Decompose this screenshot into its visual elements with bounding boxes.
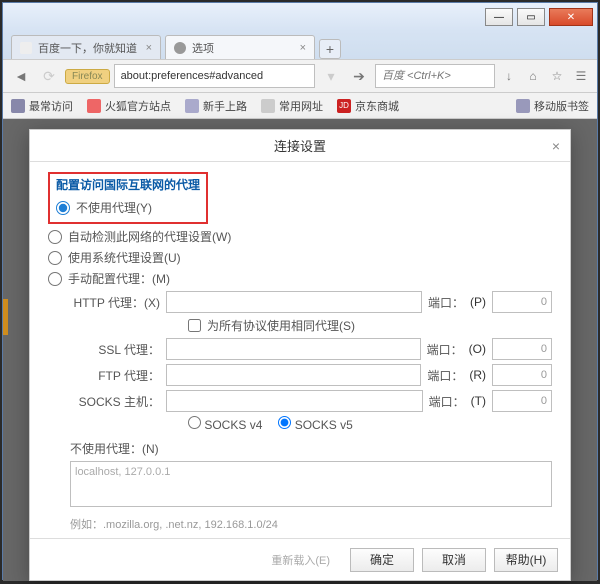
- radio-manual-proxy[interactable]: 手动配置代理：(M): [48, 270, 552, 287]
- http-port-input[interactable]: [492, 291, 552, 313]
- socks-v5-radio[interactable]: SOCKS v5: [278, 416, 352, 432]
- bookmark-star-icon[interactable]: ☆: [547, 66, 567, 86]
- ssl-proxy-input[interactable]: [166, 338, 421, 360]
- tab-baidu[interactable]: 百度一下，你就知道 ×: [11, 35, 161, 59]
- minimize-button[interactable]: —: [485, 8, 513, 26]
- dialog-header: 连接设置 ×: [30, 130, 570, 162]
- dropdown-icon[interactable]: ▾: [319, 64, 343, 88]
- tab-strip: 百度一下，你就知道 × 选项 × +: [3, 31, 597, 59]
- back-button[interactable]: ◄: [9, 64, 33, 88]
- content-area: 连接设置 × 配置访问国际互联网的代理 不使用代理(Y) 自动检测此网络的代理设…: [3, 119, 597, 581]
- radio-manual-input[interactable]: [48, 272, 62, 286]
- radio-auto-input[interactable]: [48, 230, 62, 244]
- no-proxy-label: 不使用代理：(N): [70, 440, 552, 457]
- http-proxy-label: HTTP 代理：(X): [70, 294, 160, 311]
- tab-options[interactable]: 选项 ×: [165, 35, 315, 59]
- home-icon[interactable]: ⌂: [523, 66, 543, 86]
- http-proxy-input[interactable]: [166, 291, 422, 313]
- reload-button[interactable]: ⟳: [37, 64, 61, 88]
- socks-host-input[interactable]: [166, 390, 423, 412]
- help-button[interactable]: 帮助(H): [494, 548, 558, 572]
- go-button[interactable]: ➔: [347, 64, 371, 88]
- ok-button[interactable]: 确定: [350, 548, 414, 572]
- connection-settings-dialog: 连接设置 × 配置访问国际互联网的代理 不使用代理(Y) 自动检测此网络的代理设…: [29, 129, 571, 581]
- close-icon[interactable]: ×: [146, 42, 152, 54]
- radio-system-input[interactable]: [48, 251, 62, 265]
- close-window-button[interactable]: ✕: [549, 8, 593, 26]
- firefox-badge: Firefox: [65, 69, 110, 84]
- close-icon[interactable]: ×: [300, 42, 306, 54]
- socks-port-input[interactable]: [492, 390, 552, 412]
- bookmarks-bar: 最常访问 火狐官方站点 新手上路 常用网址 JD京东商城 移动版书签: [3, 93, 597, 119]
- ftp-proxy-label: FTP 代理：: [70, 367, 160, 384]
- ftp-port-input[interactable]: [492, 364, 552, 386]
- gear-icon: [174, 42, 186, 54]
- bookmark-firefox[interactable]: 火狐官方站点: [87, 98, 171, 114]
- bookmark-jd[interactable]: JD京东商城: [337, 98, 399, 114]
- highlight-box: 配置访问国际互联网的代理 不使用代理(Y): [48, 172, 208, 224]
- same-proxy-checkbox-row[interactable]: 为所有协议使用相同代理(S): [188, 317, 552, 334]
- cancel-button[interactable]: 取消: [422, 548, 486, 572]
- reload-label: 重新载入(E): [271, 552, 330, 568]
- radio-system-proxy[interactable]: 使用系统代理设置(U): [48, 249, 552, 266]
- search-input[interactable]: [375, 64, 495, 88]
- ssl-port-input[interactable]: [492, 338, 552, 360]
- socks-host-label: SOCKS 主机：: [70, 393, 160, 410]
- dialog-footer: 重新载入(E) 确定 取消 帮助(H): [30, 538, 570, 580]
- ssl-proxy-label: SSL 代理：: [70, 341, 160, 358]
- ftp-proxy-input[interactable]: [166, 364, 421, 386]
- bookmark-mobile[interactable]: 移动版书签: [516, 98, 589, 114]
- new-tab-button[interactable]: +: [319, 39, 341, 59]
- radio-auto-detect[interactable]: 自动检测此网络的代理设置(W): [48, 228, 552, 245]
- same-proxy-checkbox[interactable]: [188, 319, 201, 332]
- bookmark-common[interactable]: 常用网址: [261, 98, 323, 114]
- menu-icon[interactable]: ☰: [571, 66, 591, 86]
- radio-no-proxy[interactable]: 不使用代理(Y): [56, 199, 200, 216]
- bookmark-most-visited[interactable]: 最常访问: [11, 98, 73, 114]
- maximize-button[interactable]: ▭: [517, 8, 545, 26]
- tab-label: 选项: [192, 40, 214, 56]
- dialog-title: 连接设置: [274, 136, 326, 155]
- radio-no-proxy-input[interactable]: [56, 201, 70, 215]
- example-text: 例如：.mozilla.org, .net.nz, 192.168.1.0/24: [70, 516, 552, 532]
- tab-label: 百度一下，你就知道: [38, 40, 137, 56]
- url-input[interactable]: [114, 64, 315, 88]
- downloads-icon[interactable]: ↓: [499, 66, 519, 86]
- port-label: 端口：: [428, 294, 464, 311]
- section-title: 配置访问国际互联网的代理: [56, 176, 200, 193]
- nav-bar: ◄ ⟳ Firefox ▾ ➔ ↓ ⌂ ☆ ☰: [3, 59, 597, 93]
- window-titlebar: — ▭ ✕: [3, 3, 597, 31]
- socks-v4-radio[interactable]: SOCKS v4: [188, 416, 262, 432]
- bookmark-newbie[interactable]: 新手上路: [185, 98, 247, 114]
- no-proxy-textarea[interactable]: localhost, 127.0.0.1: [70, 461, 552, 507]
- dialog-close-button[interactable]: ×: [552, 138, 560, 154]
- favicon-icon: [20, 42, 32, 54]
